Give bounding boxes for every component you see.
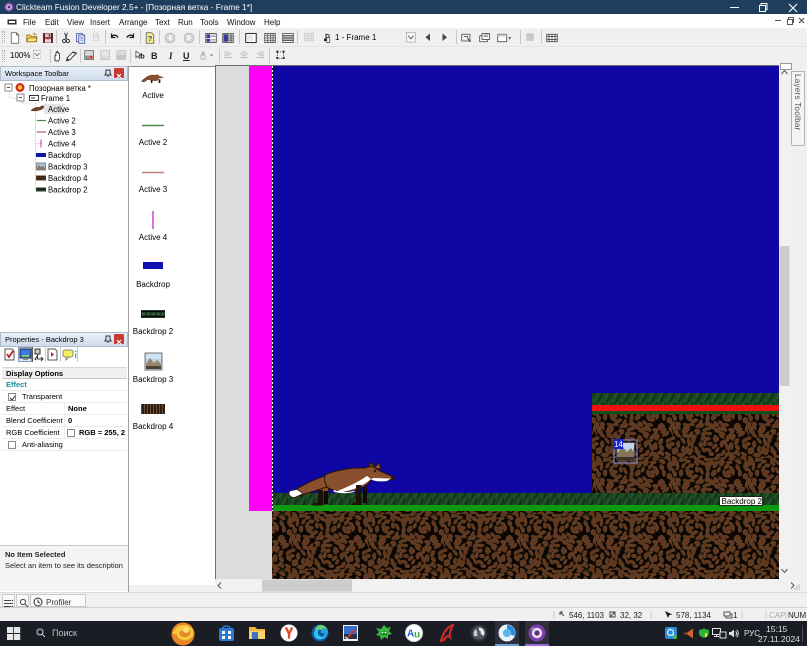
svg-text:Backdrop: Backdrop: [48, 151, 82, 160]
svg-text:546, 1103: 546, 1103: [569, 611, 605, 620]
svg-text:Backdrop 3: Backdrop 3: [133, 375, 174, 384]
svg-text:14: 14: [614, 440, 623, 449]
svg-text:Backdrop 2: Backdrop 2: [722, 497, 763, 506]
svg-text:Active: Active: [48, 105, 69, 114]
svg-text:Active 3: Active 3: [48, 128, 76, 137]
svg-text:b: b: [140, 53, 144, 60]
svg-text:Frame 1: Frame 1: [41, 94, 70, 103]
svg-text:Позорная ветка *: Позорная ветка *: [29, 84, 91, 93]
svg-text:?: ?: [148, 34, 153, 43]
svg-text:578, 1134: 578, 1134: [676, 611, 712, 620]
svg-text:NUM: NUM: [788, 611, 807, 620]
svg-text:Backdrop 4: Backdrop 4: [48, 174, 88, 183]
svg-text:Backdrop 2: Backdrop 2: [133, 327, 174, 336]
svg-text:Active: Active: [142, 91, 164, 100]
svg-text:Backdrop 4: Backdrop 4: [133, 422, 174, 431]
svg-text:Active 3: Active 3: [139, 185, 168, 194]
svg-text:Active 2: Active 2: [139, 138, 168, 147]
svg-text:Backdrop: Backdrop: [136, 280, 170, 289]
svg-text:32, 32: 32, 32: [620, 611, 643, 620]
svg-text:u: u: [414, 630, 420, 641]
svg-text:Active 2: Active 2: [48, 117, 76, 126]
svg-text:Backdrop 2: Backdrop 2: [48, 186, 87, 195]
svg-text:1: 1: [733, 611, 738, 620]
svg-text:Active 4: Active 4: [139, 233, 168, 242]
svg-text:Backdrop 3: Backdrop 3: [48, 163, 87, 172]
svg-text:Active 4: Active 4: [48, 140, 76, 149]
svg-text:CAP: CAP: [769, 611, 785, 620]
